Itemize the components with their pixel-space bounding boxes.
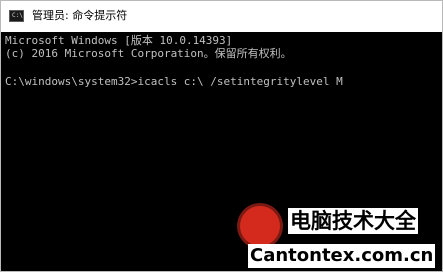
console-line-copyright: (c) 2016 Microsoft Corporation。保留所有权利。 xyxy=(5,47,292,60)
cmd-icon-glyph: C:\ xyxy=(12,12,23,19)
console-line-command: C:\windows\system32>icacls c:\ /setinteg… xyxy=(5,75,343,88)
watermark-logo-icon xyxy=(240,206,280,246)
watermark-site-text: Cantontex.com.cn xyxy=(248,244,436,268)
window-title: 管理员: 命令提示符 xyxy=(32,9,128,22)
watermark: 电脑技术大全 Cantontex.com.cn xyxy=(240,206,443,272)
cmd-icon[interactable]: C:\ xyxy=(9,10,24,22)
watermark-chinese-text: 电脑技术大全 xyxy=(288,208,418,234)
console-line-version: Microsoft Windows [版本 10.0.14393] xyxy=(5,34,233,47)
title-bar[interactable]: C:\ 管理员: 命令提示符 xyxy=(1,1,442,32)
